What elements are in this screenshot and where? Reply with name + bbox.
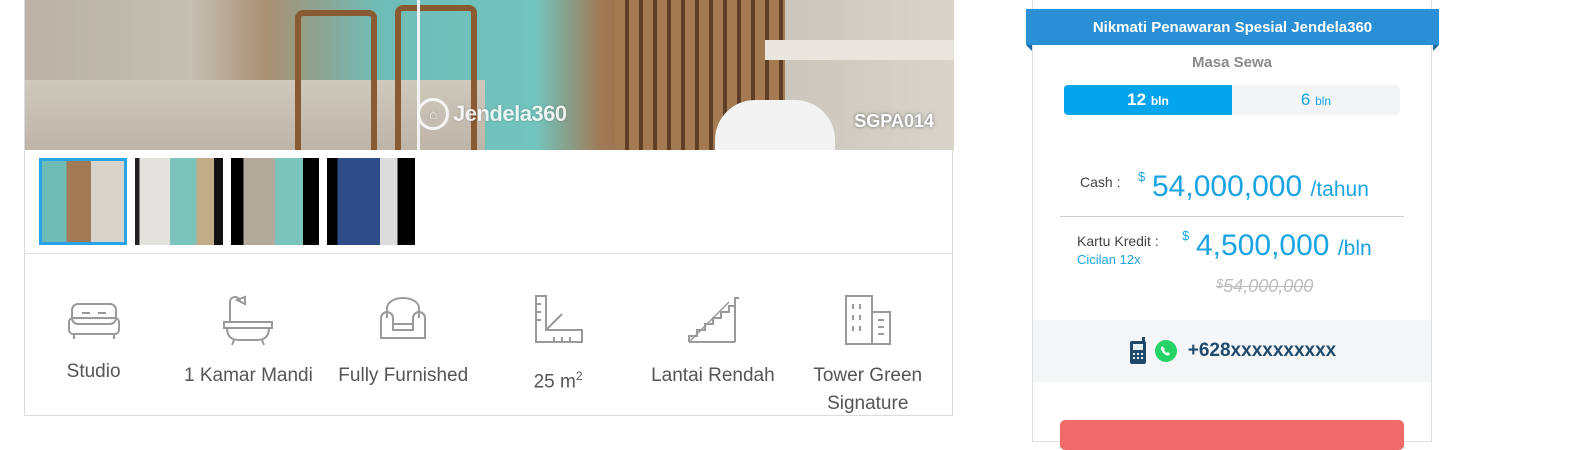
phone-number[interactable]: +628xxxxxxxxxx <box>1188 340 1336 362</box>
photo-desk <box>765 40 954 60</box>
photo-seat <box>715 100 835 150</box>
bed-icon <box>67 303 120 339</box>
bathtub-icon <box>223 295 274 346</box>
listing-gallery: ⌂ Jendela360 SGPA014 Studio 1 Kamar Mand… <box>24 0 954 418</box>
thumbnail-3[interactable] <box>231 158 319 245</box>
contact-row[interactable]: +628xxxxxxxxxx <box>1033 320 1431 382</box>
feature-list: Studio 1 Kamar Mandi Fully Furnished 25 … <box>25 294 954 418</box>
period-option-12[interactable]: 12 bln <box>1064 85 1232 115</box>
thumbnail-1[interactable] <box>39 158 127 245</box>
feature-floor-label: Lantai Rendah <box>651 365 775 386</box>
period-label: Masa Sewa <box>1191 54 1273 71</box>
option1-num: 12 <box>1127 90 1147 109</box>
watermark-logo: ⌂ Jendela360 <box>417 98 567 130</box>
credit-label: Kartu Kredit : <box>1077 233 1159 249</box>
feature-size-label: 25 m2 <box>534 362 583 396</box>
building-icon <box>844 295 891 345</box>
promo-ribbon: Nikmati Penawaran Spesial Jendela360 <box>1026 9 1439 51</box>
feature-size: 25 m2 <box>472 294 644 418</box>
watermark-text: Jendela360 <box>453 101 567 126</box>
feature-type: Studio <box>25 294 162 418</box>
installment-label: Cicilan 12x <box>1077 252 1141 267</box>
feature-furnish-label: Fully Furnished <box>338 365 469 386</box>
whatsapp-icon <box>1154 340 1177 362</box>
thumbnail-4[interactable] <box>327 158 415 245</box>
stairs-icon <box>687 297 739 343</box>
cash-label: Cash : <box>1080 174 1121 190</box>
divider <box>25 253 952 254</box>
tower-line-2: Signature <box>827 393 909 414</box>
credit-price-value: 4,500,000 <box>1196 229 1330 262</box>
option1-unit: bln <box>1150 94 1169 108</box>
feature-bathroom-label: 1 Kamar Mandi <box>184 365 313 386</box>
period-toggle: 12 bln 6 bln <box>1064 85 1400 115</box>
feature-type-label: Studio <box>66 361 121 382</box>
armchair-icon <box>380 297 427 339</box>
main-photo[interactable]: ⌂ Jendela360 SGPA014 <box>25 0 954 150</box>
logo-icon: ⌂ <box>417 98 449 130</box>
cash-price-per: /tahun <box>1310 178 1369 201</box>
feature-tower-label: Tower Green Signature <box>813 362 922 418</box>
cash-currency: $ <box>1138 169 1146 184</box>
tower-line-1: Tower Green <box>813 365 923 386</box>
cash-price-value: 54,000,000 <box>1152 170 1303 203</box>
credit-currency: $ <box>1182 228 1190 243</box>
photo-chair <box>295 10 377 150</box>
listing-code: SGPA014 <box>854 111 934 131</box>
thumbnail-2[interactable] <box>135 158 223 245</box>
thumbnail-strip <box>39 158 415 245</box>
price-divider <box>1060 216 1404 217</box>
period-option-6[interactable]: 6 bln <box>1232 85 1400 115</box>
feature-floor: Lantai Rendah <box>644 294 781 418</box>
option2-num: 6 <box>1300 90 1311 109</box>
feature-tower: Tower Green Signature <box>782 294 954 418</box>
cash-price: 54,000,000 /tahun <box>1152 170 1369 204</box>
ruler-icon <box>535 295 584 343</box>
credit-price: 4,500,000 /bln <box>1196 229 1372 263</box>
cta-button[interactable] <box>1060 420 1404 450</box>
phone-icon <box>1129 337 1146 364</box>
size-unit: 2 <box>575 369 583 383</box>
option2-unit: bln <box>1315 94 1332 108</box>
feature-furnish: Fully Furnished <box>335 294 472 418</box>
size-value: 25 m <box>533 371 576 393</box>
credit-price-per: /bln <box>1337 237 1372 260</box>
feature-bathroom: 1 Kamar Mandi <box>162 294 334 418</box>
original-price-value: 54,000,000 <box>1223 276 1314 296</box>
original-price: $54,000,000 <box>1216 276 1313 297</box>
